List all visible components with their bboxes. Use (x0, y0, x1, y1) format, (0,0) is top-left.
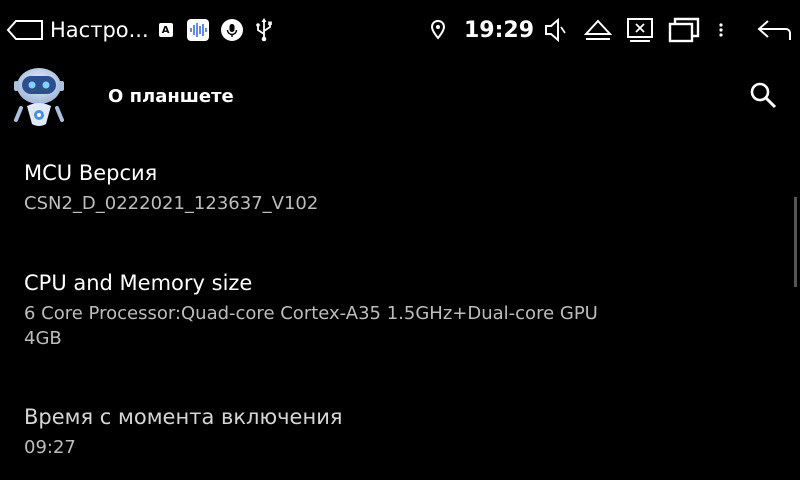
location-pin-icon (430, 20, 446, 40)
scrollbar[interactable] (794, 197, 797, 287)
a-badge-icon: A (158, 23, 173, 37)
list-item-mcu-version[interactable]: MCU Версия CSN2_D_0222021_123637_V102 (24, 160, 318, 216)
status-time: 19:29 (463, 17, 534, 43)
item-title: MCU Версия (24, 161, 158, 185)
item-subtitle: 6 Core Processor:Quad-core Cortex-A35 1.… (24, 303, 598, 349)
item-title: Время с момента включения (24, 405, 343, 429)
item-subtitle: 09:27 (24, 437, 76, 458)
volume-icon[interactable] (544, 17, 566, 43)
item-subtitle: CSN2_D_0222021_123637_V102 (24, 193, 319, 214)
eject-icon[interactable] (584, 18, 612, 42)
usb-icon (255, 18, 273, 42)
search-icon[interactable] (748, 80, 778, 110)
page-title: О планшете (108, 86, 234, 107)
a-badge-letter: A (158, 23, 173, 37)
item-title: CPU and Memory size (24, 271, 253, 295)
status-bar: Настро... A 19:29 (0, 0, 800, 60)
more-vert-icon[interactable] (718, 22, 724, 38)
robot-avatar-icon (12, 64, 66, 138)
back-icon[interactable] (756, 18, 792, 42)
list-item-uptime[interactable]: Время с момента включения 09:27 (24, 404, 343, 460)
microphone-icon[interactable] (220, 19, 243, 41)
app-title: Настро... (50, 18, 149, 42)
list-item-cpu-memory[interactable]: CPU and Memory size 6 Core Processor:Qua… (24, 270, 598, 351)
close-screen-icon[interactable] (626, 17, 654, 43)
recent-apps-icon[interactable] (668, 17, 700, 43)
voice-assistant-icon[interactable] (186, 19, 209, 41)
home-outline-icon[interactable] (6, 19, 44, 41)
